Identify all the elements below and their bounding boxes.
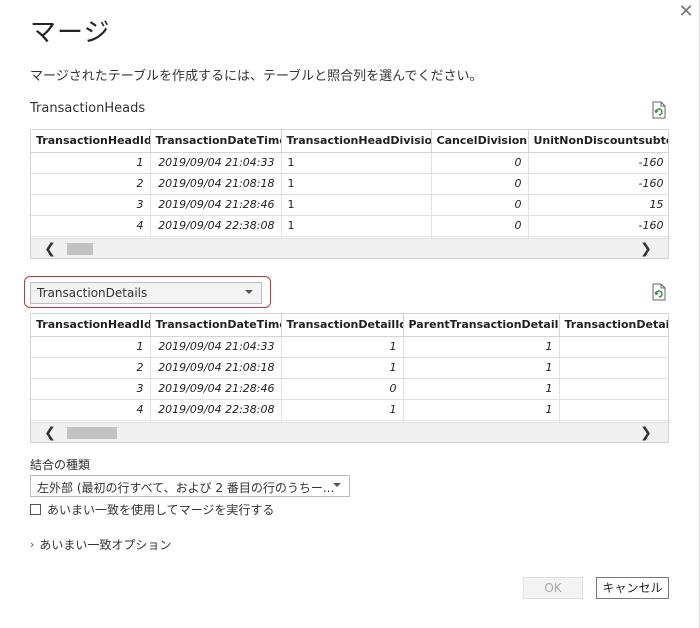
column-header[interactable]: UnitNonDiscountsubtotal xyxy=(528,130,668,153)
column-header[interactable]: TransactionHeadId xyxy=(31,130,151,153)
column-header[interactable]: TransactionDateTime xyxy=(150,130,282,153)
table-cell: 1 xyxy=(403,399,560,421)
table2-scrollbar[interactable]: ❮ ❯ xyxy=(31,422,668,442)
table-row: 2 2019/09/04 21:08:18 1 1 xyxy=(31,357,668,379)
table-cell: 2 xyxy=(31,173,151,195)
table-cell: 0 xyxy=(431,173,529,195)
table-cell: 2019/09/04 21:28:46 xyxy=(150,378,282,400)
refresh-icon[interactable] xyxy=(651,101,667,119)
table-cell: 1 xyxy=(403,357,560,379)
table-cell: 1 xyxy=(31,152,151,174)
table-row: 1 2019/09/04 21:04:33 1 0 -160 xyxy=(31,152,668,174)
table-cell xyxy=(559,336,668,358)
join-kind-select[interactable]: 左外部 (最初の行すべて、および 2 番目の行のうちー... xyxy=(30,475,350,497)
table-cell: 1 xyxy=(281,215,432,237)
table-cell: 2019/09/04 21:28:46 xyxy=(150,194,282,216)
table-row: 3 2019/09/04 21:28:46 0 1 xyxy=(31,378,668,400)
table-row: 2 2019/09/04 21:08:18 1 0 -160 xyxy=(31,173,668,195)
scroll-thumb[interactable] xyxy=(67,427,117,439)
table1-preview: TransactionHeadId TransactionDateTime Tran… xyxy=(30,129,669,259)
chevron-down-icon xyxy=(333,483,341,487)
table-cell: 1 xyxy=(403,336,560,358)
column-header[interactable]: TransactionDetailId xyxy=(281,314,404,337)
table-cell: 4 xyxy=(31,215,151,237)
dialog-title: マージ xyxy=(30,18,111,48)
table-cell: -160 xyxy=(528,152,668,174)
table-cell: 0 xyxy=(431,152,529,174)
table-cell xyxy=(559,357,668,379)
table-cell xyxy=(559,399,668,421)
column-header[interactable]: TransactionDateTime xyxy=(150,314,282,337)
column-header[interactable]: TransactionDetailDiv xyxy=(559,314,668,337)
table-cell: 0 xyxy=(431,215,529,237)
table-cell: 0 xyxy=(431,194,529,216)
table-row: 3 2019/09/04 21:28:46 1 0 15 xyxy=(31,194,668,216)
table-cell: 0 xyxy=(281,378,404,400)
table2-select[interactable]: TransactionDetails xyxy=(30,282,262,304)
table-cell: 2019/09/04 21:04:33 xyxy=(150,336,282,358)
scroll-left-icon[interactable]: ❮ xyxy=(41,240,59,258)
checkbox-icon[interactable] xyxy=(30,503,41,515)
close-icon[interactable]: ✕ xyxy=(676,2,696,22)
column-header[interactable]: CancelDivision xyxy=(431,130,529,153)
column-header[interactable]: TransactionHeadDivision xyxy=(281,130,432,153)
table-cell: 2 xyxy=(31,357,151,379)
table-cell: 2019/09/04 21:08:18 xyxy=(150,173,282,195)
column-header[interactable]: ParentTransactionDetailId xyxy=(403,314,560,337)
scroll-left-icon[interactable]: ❮ xyxy=(41,424,59,442)
join-kind-value: 左外部 (最初の行すべて、および 2 番目の行のうちー... xyxy=(37,481,335,495)
merge-dialog: マージ ✕ マージされたテーブルを作成するには、テーブルと照合列を選んでください… xyxy=(0,0,700,628)
table-cell: 1 xyxy=(281,336,404,358)
column-header[interactable]: TransactionHeadId xyxy=(31,314,151,337)
cancel-button[interactable]: キャンセル xyxy=(596,577,669,599)
table-cell: 3 xyxy=(31,194,151,216)
scroll-thumb[interactable] xyxy=(67,243,93,255)
table-cell: -160 xyxy=(528,215,668,237)
table-cell: 2019/09/04 21:04:33 xyxy=(150,152,282,174)
fuzzy-options-label: あいまい一致オプション xyxy=(39,538,172,552)
table-cell: -160 xyxy=(528,173,668,195)
fuzzy-options-expander[interactable]: › あいまい一致オプション xyxy=(30,536,171,553)
table-cell: 1 xyxy=(281,194,432,216)
table-cell: 1 xyxy=(281,173,432,195)
table-cell: 1 xyxy=(281,357,404,379)
table-row: 1 2019/09/04 21:04:33 1 1 xyxy=(31,336,668,358)
fuzzy-match-label: あいまい一致を使用してマージを実行する xyxy=(47,502,275,517)
fuzzy-match-checkbox[interactable]: あいまい一致を使用してマージを実行する xyxy=(30,501,274,517)
table-cell: 2019/09/04 22:38:08 xyxy=(150,399,282,421)
table-cell: 15 xyxy=(528,194,668,216)
scroll-right-icon[interactable]: ❯ xyxy=(637,240,655,258)
table-cell: 2019/09/04 22:38:08 xyxy=(150,215,282,237)
table-row: 4 2019/09/04 22:38:08 1 0 -160 xyxy=(31,215,668,237)
refresh-icon[interactable] xyxy=(651,283,667,301)
table2-select-value: TransactionDetails xyxy=(37,286,148,300)
table-cell: 1 xyxy=(31,336,151,358)
table-cell xyxy=(559,378,668,400)
chevron-right-icon: › xyxy=(30,538,35,551)
table-cell: 1 xyxy=(403,378,560,400)
scroll-right-icon[interactable]: ❯ xyxy=(637,424,655,442)
table-cell: 1 xyxy=(281,152,432,174)
table2-preview: TransactionHeadId TransactionDateTime Tran… xyxy=(30,313,669,443)
dialog-subtitle: マージされたテーブルを作成するには、テーブルと照合列を選んでください。 xyxy=(30,69,483,84)
table1-name: TransactionHeads xyxy=(30,101,146,116)
chevron-down-icon xyxy=(245,290,253,294)
table-row: 4 2019/09/04 22:38:08 1 1 xyxy=(31,399,668,421)
table-cell: 4 xyxy=(31,399,151,421)
table-cell: 2019/09/04 21:08:18 xyxy=(150,357,282,379)
table1-scrollbar[interactable]: ❮ ❯ xyxy=(31,238,668,258)
table-cell: 3 xyxy=(31,378,151,400)
ok-button[interactable]: OK xyxy=(523,577,583,599)
join-kind-label: 結合の種類 xyxy=(30,458,91,472)
table-cell: 1 xyxy=(281,399,404,421)
